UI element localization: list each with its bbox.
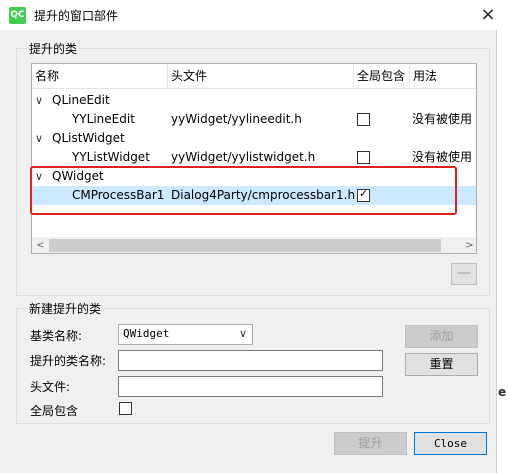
- tree-row-qlistwidget[interactable]: ∨ QListWidget: [32, 129, 476, 148]
- qt-logo-icon: QC: [9, 7, 26, 24]
- horizontal-scrollbar[interactable]: < >: [32, 237, 476, 253]
- scroll-right-arrow-icon[interactable]: >: [461, 237, 476, 253]
- remove-class-button[interactable]: —: [451, 263, 477, 285]
- close-window-button[interactable]: ×: [468, 0, 508, 30]
- base-class-value: QWidget: [123, 327, 170, 340]
- background-window-text: e: [498, 385, 507, 399]
- tree-row-qlineedit[interactable]: ∨ QLineEdit: [32, 91, 476, 110]
- usage: 没有被使用: [412, 112, 473, 126]
- class-name: QLineEdit: [52, 93, 110, 107]
- title-bar: QC 提升的窗口部件 ×: [0, 0, 508, 30]
- header-file-input[interactable]: [118, 376, 383, 397]
- new-promoted-class-group-title: 新建提升的类: [27, 300, 104, 317]
- chevron-down-icon[interactable]: ∨: [35, 129, 43, 148]
- class-name: QListWidget: [52, 131, 125, 145]
- header-file-label: 头文件:: [30, 380, 71, 394]
- scroll-thumb[interactable]: [49, 239, 441, 252]
- tree-row-yylineedit[interactable]: YYLineEdit yyWidget/yylineedit.h 没有被使用: [32, 110, 476, 129]
- column-header-name[interactable]: 名称: [32, 64, 168, 89]
- base-class-combobox[interactable]: QWidget ∨: [118, 324, 253, 345]
- reset-button[interactable]: 重置: [405, 353, 478, 376]
- global-include-label: 全局包含: [30, 404, 79, 418]
- column-header-global-include[interactable]: 全局包含: [354, 64, 410, 89]
- class-name: YYLineEdit: [72, 112, 135, 126]
- tree-header: 名称 头文件 全局包含 用法: [32, 64, 476, 89]
- column-header-header-file[interactable]: 头文件: [168, 64, 354, 89]
- chevron-down-icon[interactable]: ∨: [35, 91, 43, 110]
- background-window-edge: [496, 30, 508, 473]
- chevron-down-icon: ∨: [238, 327, 247, 340]
- class-name: YYListWidget: [72, 150, 150, 164]
- usage: 没有被使用: [412, 150, 473, 164]
- base-class-label: 基类名称:: [30, 329, 83, 343]
- header-file: yyWidget/yylistwidget.h: [171, 150, 316, 164]
- global-include-checkbox[interactable]: [357, 113, 370, 126]
- promote-button[interactable]: 提升: [334, 432, 407, 455]
- annotation-highlight-box: [30, 166, 457, 215]
- promoted-classes-tree[interactable]: 名称 头文件 全局包含 用法 ∨ QLineEdit YYLineEdit yy…: [31, 63, 477, 254]
- global-include-checkbox[interactable]: [119, 402, 132, 415]
- global-include-checkbox[interactable]: [357, 151, 370, 164]
- promoted-class-name-label: 提升的类名称:: [30, 354, 107, 368]
- window-title: 提升的窗口部件: [34, 9, 119, 23]
- column-header-usage[interactable]: 用法: [410, 64, 476, 89]
- tree-row-yylistwidget[interactable]: YYListWidget yyWidget/yylistwidget.h 没有被…: [32, 148, 476, 167]
- add-button[interactable]: 添加: [405, 325, 478, 348]
- header-file: yyWidget/yylineedit.h: [171, 112, 302, 126]
- scroll-left-arrow-icon[interactable]: <: [32, 237, 49, 253]
- promoted-class-name-input[interactable]: [118, 350, 383, 371]
- promoted-classes-group-title: 提升的类: [27, 40, 80, 57]
- close-button[interactable]: Close: [414, 432, 487, 455]
